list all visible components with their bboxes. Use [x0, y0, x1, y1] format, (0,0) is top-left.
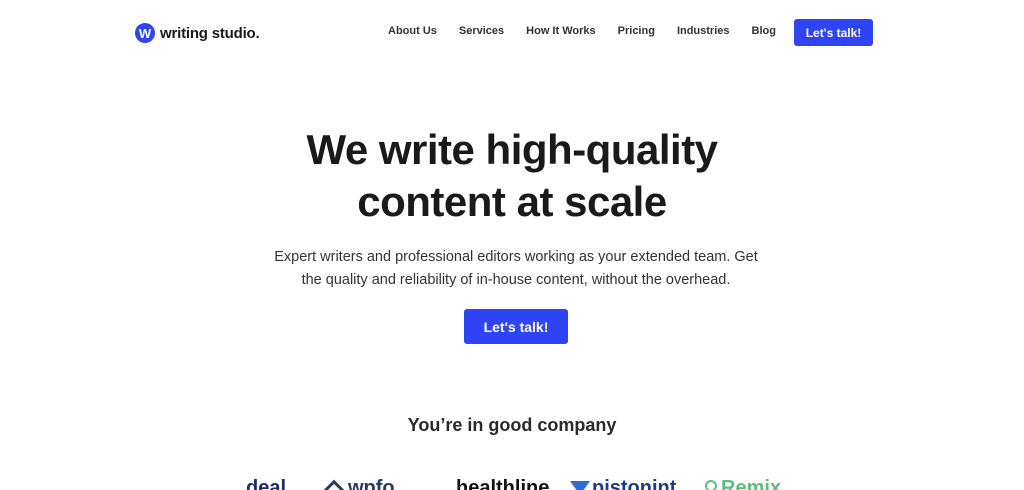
brand-name: writing studio.: [160, 24, 260, 42]
hero-lets-talk-button[interactable]: Let's talk!: [464, 309, 568, 344]
triangle-shape-icon: [570, 481, 590, 490]
diamond-shape-icon: [322, 479, 346, 490]
hero-subtitle: Expert writers and professional editors …: [262, 246, 770, 292]
nav-about-us[interactable]: About Us: [388, 25, 437, 37]
client-logo-text: healthline: [456, 478, 550, 490]
nav-services[interactable]: Services: [459, 25, 504, 37]
brand-logo[interactable]: W writing studio.: [135, 22, 260, 44]
hero-title: We write high-quality content at scale: [0, 124, 1024, 228]
client-logo-pistonint: pistonint: [570, 478, 676, 490]
client-logo-text: Remix: [721, 478, 782, 490]
nav-pricing[interactable]: Pricing: [618, 25, 655, 37]
nav-industries[interactable]: Industries: [677, 25, 730, 37]
client-logo-wpfo: wpfo: [322, 478, 395, 490]
w-logo-icon: W: [135, 23, 155, 43]
top-navigation: W writing studio. About Us Services How …: [0, 0, 1024, 66]
client-logo-text: deal: [246, 478, 287, 490]
nav-how-it-works[interactable]: How It Works: [526, 25, 595, 37]
client-logo-text: pistonint: [592, 478, 677, 490]
client-logos-row: deal wpfo healthline pistonint Remix: [0, 478, 1024, 490]
client-logo-text: wpfo: [348, 478, 395, 490]
hero-subtitle-line-1: Expert writers and professional editors …: [274, 249, 758, 265]
client-logo-remix: Remix: [705, 478, 781, 490]
pin-shape-icon: [705, 480, 717, 490]
client-logo-healthline: healthline: [456, 478, 549, 490]
nav-blog[interactable]: Blog: [752, 25, 776, 37]
social-proof-heading: You’re in good company: [407, 415, 617, 435]
hero-subtitle-line-2: the quality and reliability of in-house …: [301, 272, 731, 288]
nav-lets-talk-button[interactable]: Let's talk!: [794, 19, 873, 46]
hero-title-line-2: content at scale: [357, 178, 667, 225]
main-menu: About Us Services How It Works Pricing I…: [388, 25, 776, 37]
hero-title-line-1: We write high-quality: [306, 126, 718, 173]
client-logo-deal: deal: [246, 478, 286, 490]
